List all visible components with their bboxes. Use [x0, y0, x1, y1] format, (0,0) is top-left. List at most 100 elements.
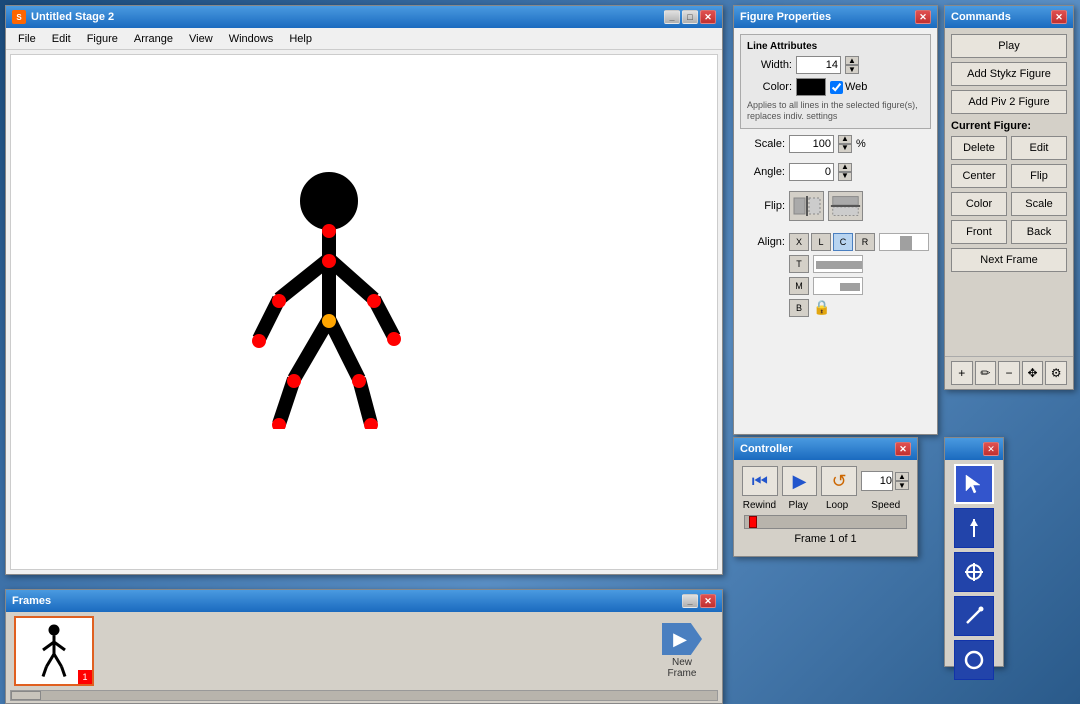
menu-edit[interactable]: Edit — [44, 31, 79, 47]
minimize-button[interactable]: _ — [664, 10, 680, 24]
menu-file[interactable]: File — [10, 31, 44, 47]
color-button[interactable]: Color — [951, 192, 1007, 216]
center-button[interactable]: Center — [951, 164, 1007, 188]
loop-button[interactable]: ↺ — [821, 466, 857, 496]
frames-titlebar[interactable]: Frames _ ✕ — [6, 590, 722, 612]
line-icon — [963, 605, 985, 627]
align-r-button[interactable]: R — [855, 233, 875, 251]
rewind-icon: ⏮ — [752, 471, 768, 492]
scale-spin-down[interactable]: ▼ — [838, 144, 852, 153]
figure-properties-window: Figure Properties ✕ Line Attributes Widt… — [733, 5, 938, 435]
maximize-button[interactable]: □ — [682, 10, 698, 24]
front-button[interactable]: Front — [951, 220, 1007, 244]
stage-window-controls: _ □ ✕ — [664, 10, 716, 24]
frames-scrollbar-thumb[interactable] — [11, 691, 41, 700]
align-t-label: T — [789, 255, 809, 273]
frames-minimize-button[interactable]: _ — [682, 594, 698, 608]
menu-figure[interactable]: Figure — [79, 31, 126, 47]
scale-row: Scale: ▲ ▼ % — [740, 135, 931, 153]
align-l-button[interactable]: L — [811, 233, 831, 251]
commands-titlebar[interactable]: Commands ✕ — [945, 6, 1073, 28]
align-h-visual — [879, 233, 929, 251]
crosshair-icon — [963, 561, 985, 583]
flip-horizontal-button[interactable] — [789, 191, 824, 221]
select-icon — [963, 473, 985, 495]
width-input[interactable] — [796, 56, 841, 74]
tools-titlebar[interactable]: ✕ — [945, 438, 1003, 460]
frame-thumbnail-1[interactable]: 1 — [14, 616, 94, 686]
angle-row: Angle: ▲ ▼ — [740, 163, 931, 181]
crosshair-tool-button[interactable] — [954, 552, 994, 592]
width-spin-down[interactable]: ▼ — [845, 65, 859, 74]
speed-spin-up[interactable]: ▲ — [895, 472, 909, 481]
rewind-button[interactable]: ⏮ — [742, 466, 778, 496]
close-button[interactable]: ✕ — [700, 10, 716, 24]
remove-tool-button[interactable]: − — [998, 361, 1020, 385]
frame-slider[interactable] — [744, 515, 907, 529]
delete-edit-row: Delete Edit — [951, 136, 1067, 160]
menu-help[interactable]: Help — [281, 31, 320, 47]
color-swatch[interactable] — [796, 78, 826, 96]
flip-cmd-button[interactable]: Flip — [1011, 164, 1067, 188]
add-piv2-button[interactable]: Add Piv 2 Figure — [951, 90, 1067, 114]
speed-input[interactable] — [861, 471, 893, 491]
align-x-button[interactable]: X — [789, 233, 809, 251]
width-spin-up[interactable]: ▲ — [845, 56, 859, 65]
stage-titlebar[interactable]: S Untitled Stage 2 _ □ ✕ — [6, 6, 722, 28]
fig-props-close-button[interactable]: ✕ — [915, 10, 931, 24]
angle-label: Angle: — [740, 166, 785, 178]
flip-vertical-button[interactable] — [828, 191, 863, 221]
stick-figure[interactable] — [249, 169, 409, 429]
tools-close-button[interactable]: ✕ — [983, 442, 999, 456]
web-check[interactable] — [830, 81, 843, 94]
scale-input[interactable] — [789, 135, 834, 153]
menu-arrange[interactable]: Arrange — [126, 31, 181, 47]
select-tool-button[interactable] — [954, 464, 994, 504]
scale-label: Scale: — [740, 138, 785, 150]
angle-spin-down[interactable]: ▼ — [838, 172, 852, 181]
tools-palette: ✕ — [944, 437, 1004, 667]
arrow-tool-button[interactable] — [954, 508, 994, 548]
align-c-button[interactable]: C — [833, 233, 853, 251]
fig-props-title: Figure Properties — [740, 11, 831, 23]
edit-button[interactable]: Edit — [1011, 136, 1067, 160]
current-figure-label: Current Figure: — [951, 120, 1067, 132]
move-tool-button[interactable]: ✥ — [1022, 361, 1044, 385]
loop-label: Loop — [820, 500, 855, 511]
align-b-label: B — [789, 299, 809, 317]
frame-number-badge: 1 — [78, 670, 92, 684]
line-tool-button[interactable] — [954, 596, 994, 636]
controller-close-button[interactable]: ✕ — [895, 442, 911, 456]
frame-slider-thumb[interactable] — [749, 516, 757, 528]
line-attributes-section: Line Attributes Width: ▲ ▼ Color: Web Ap… — [740, 34, 931, 129]
frame-info: Frame 1 of 1 — [742, 533, 909, 545]
menu-view[interactable]: View — [181, 31, 221, 47]
flip-row: Flip: — [740, 191, 931, 221]
play-button[interactable]: ▶ — [782, 466, 818, 496]
add-stykz-button[interactable]: Add Stykz Figure — [951, 62, 1067, 86]
web-checkbox[interactable]: Web — [830, 81, 867, 94]
speed-spin-down[interactable]: ▼ — [895, 481, 909, 490]
circle-tool-button[interactable] — [954, 640, 994, 680]
add-tool-button[interactable]: + — [951, 361, 973, 385]
settings-tool-button[interactable]: ⚙ — [1045, 361, 1067, 385]
play-cmd-button[interactable]: Play — [951, 34, 1067, 58]
lock-icon[interactable]: 🔒 — [813, 299, 830, 316]
controller-titlebar[interactable]: Controller ✕ — [734, 438, 917, 460]
frames-close-button[interactable]: ✕ — [700, 594, 716, 608]
angle-input[interactable] — [789, 163, 834, 181]
back-button[interactable]: Back — [1011, 220, 1067, 244]
scale-button[interactable]: Scale — [1011, 192, 1067, 216]
line-attributes-label: Line Attributes — [747, 41, 924, 52]
frames-scrollbar[interactable] — [10, 690, 718, 701]
fig-props-titlebar[interactable]: Figure Properties ✕ — [734, 6, 937, 28]
commands-close-button[interactable]: ✕ — [1051, 10, 1067, 24]
align-m-label: M — [789, 277, 809, 295]
menu-windows[interactable]: Windows — [221, 31, 282, 47]
next-frame-button[interactable]: Next Frame — [951, 248, 1067, 272]
new-frame-button[interactable]: ▶ NewFrame — [662, 623, 702, 679]
edit-tool-button[interactable]: ✏ — [975, 361, 997, 385]
stage-canvas[interactable] — [10, 54, 718, 570]
fig-props-content: Line Attributes Width: ▲ ▼ Color: Web Ap… — [734, 28, 937, 434]
delete-button[interactable]: Delete — [951, 136, 1007, 160]
